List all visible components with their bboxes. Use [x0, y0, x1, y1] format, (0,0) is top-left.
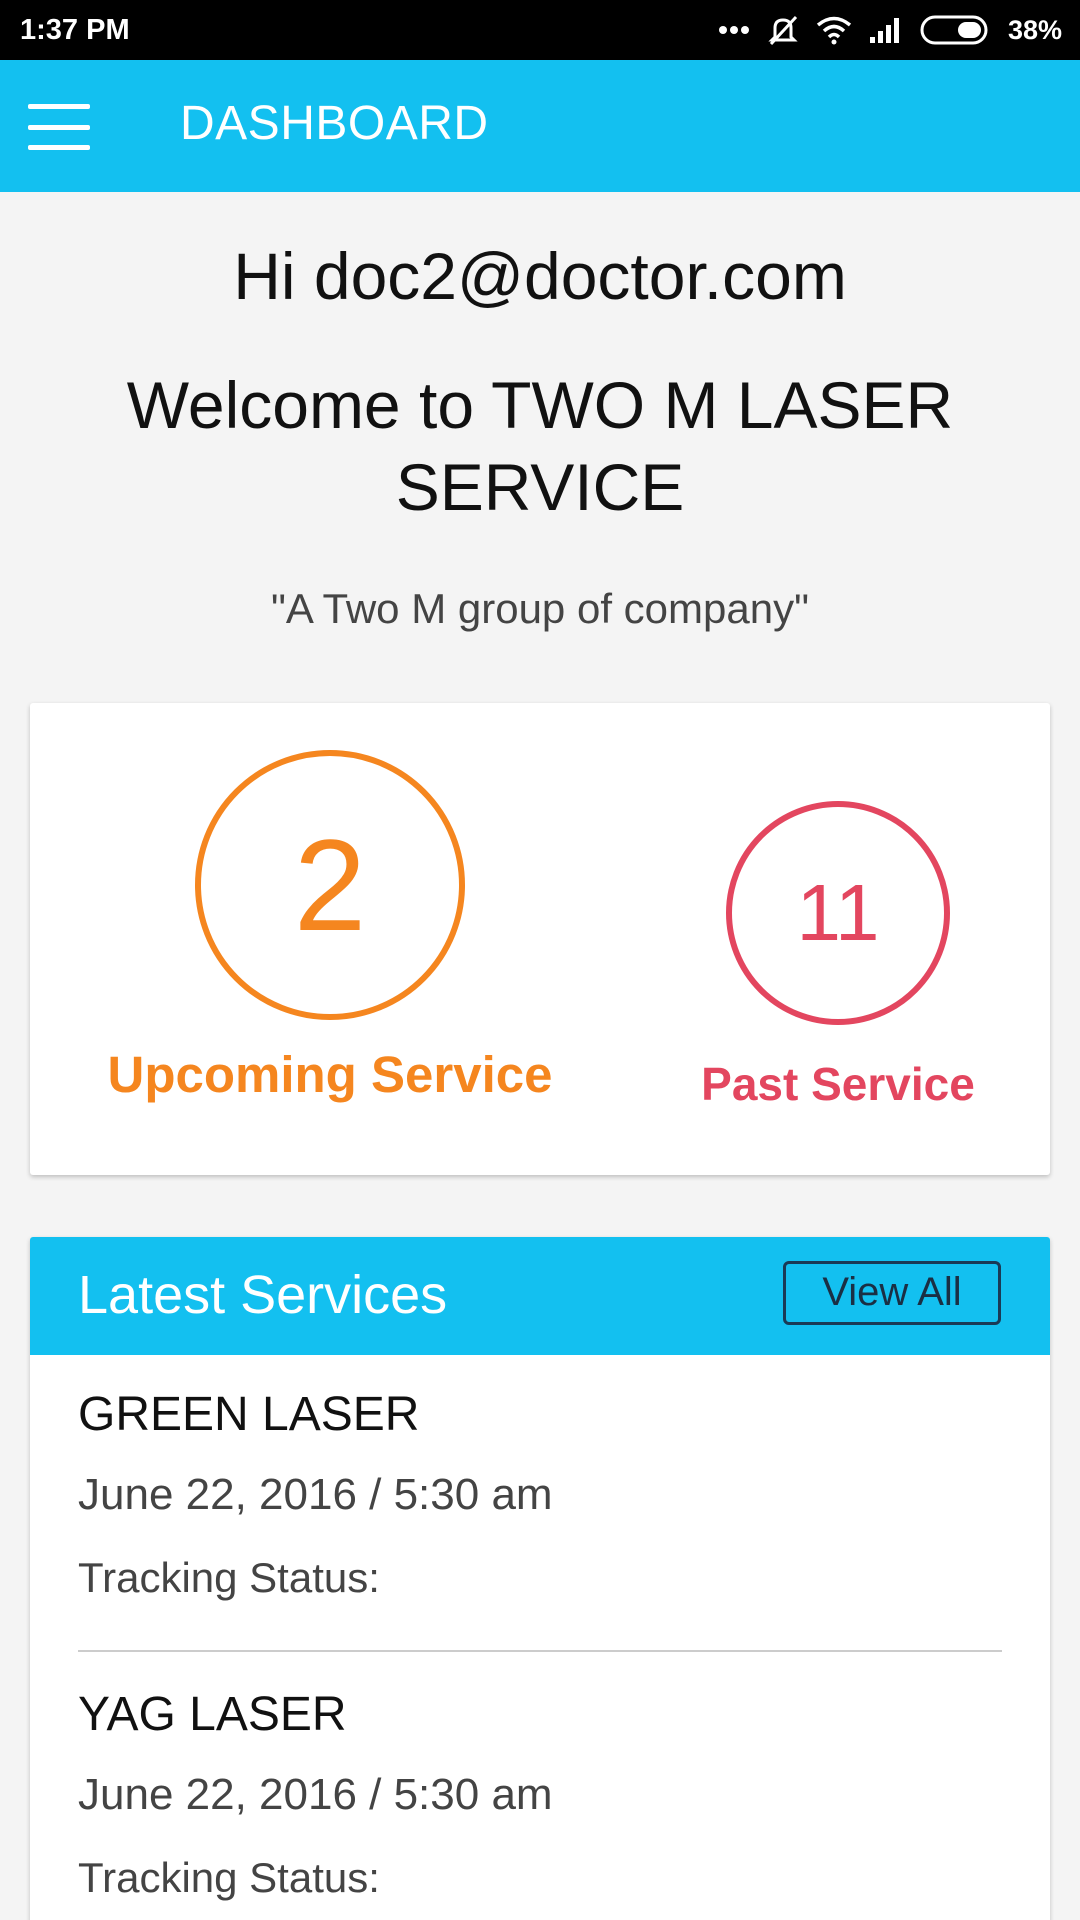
tagline-text: "A Two M group of company": [271, 585, 809, 632]
battery-icon: [920, 15, 988, 45]
page-title: DASHBOARD: [180, 97, 489, 150]
upcoming-count-value: 2: [293, 812, 367, 958]
service-name: YAG LASER: [78, 1688, 347, 1741]
upcoming-service-count[interactable]: 2: [195, 750, 465, 1020]
greeting-text: Hi doc2@doctor.com: [233, 239, 847, 313]
divider: [78, 1650, 1002, 1652]
hamburger-menu-icon[interactable]: [28, 104, 90, 150]
latest-services-header: Latest Services View All: [30, 1237, 1050, 1355]
tracking-status-label: Tracking Status:: [78, 1854, 380, 1901]
status-time: 1:37 PM: [20, 13, 130, 46]
past-count-value: 11: [796, 868, 880, 957]
service-name: GREEN LASER: [78, 1388, 420, 1441]
app-bar: DASHBOARD: [0, 60, 1080, 192]
status-bar: 1:37 PM 38%: [0, 0, 1080, 60]
latest-services-title: Latest Services: [78, 1265, 448, 1325]
past-service-label[interactable]: Past Service: [660, 1057, 1016, 1111]
latest-services-card: Latest Services View All GREEN LASER Jun…: [30, 1237, 1050, 1920]
service-datetime: June 22, 2016 / 5:30 am: [78, 1470, 553, 1519]
list-item[interactable]: GREEN LASER June 22, 2016 / 5:30 am Trac…: [78, 1387, 1002, 1602]
upcoming-service-label[interactable]: Upcoming Service: [90, 1045, 570, 1104]
welcome-text: Welcome to TWO M LASER SERVICE: [126, 368, 954, 524]
tracking-status-label: Tracking Status:: [78, 1554, 380, 1601]
view-all-button[interactable]: View All: [783, 1261, 1001, 1325]
battery-percentage: 38%: [1007, 14, 1062, 45]
status-icons: 38%: [718, 13, 1062, 47]
list-item[interactable]: YAG LASER June 22, 2016 / 5:30 am Tracki…: [78, 1687, 1002, 1902]
wifi-icon: [816, 16, 852, 45]
service-stats-card: 2 Upcoming Service 11 Past Service: [30, 703, 1050, 1175]
signal-icon: [869, 18, 899, 43]
more-dots-icon: [718, 26, 749, 34]
silent-icon: [768, 15, 798, 46]
past-service-count[interactable]: 11: [726, 801, 950, 1025]
service-datetime: June 22, 2016 / 5:30 am: [78, 1770, 553, 1819]
